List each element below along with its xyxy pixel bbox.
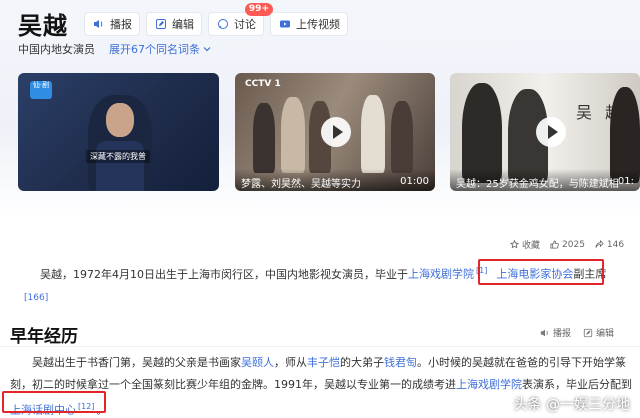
like-button[interactable]: 2025 xyxy=(550,238,585,251)
share-icon xyxy=(595,240,604,248)
intro-text-a: 吴越，1972年4月10日出生于上海市闵行区，中国内地影视女演员，毕业于 xyxy=(40,267,408,281)
broadcast-label: 播报 xyxy=(110,17,132,31)
entry-stats: 收藏 2025 146 xyxy=(510,238,634,251)
chat-icon xyxy=(216,17,230,31)
text-run: 表演系，毕业后分配到 xyxy=(522,378,632,391)
text-run: 吴越出生于书香门第，吴越的父亲是书画家 xyxy=(32,356,241,369)
upload-video-label: 上传视频 xyxy=(296,17,340,31)
edit-button[interactable]: 编辑 xyxy=(146,11,202,36)
video-duration: 01:00 xyxy=(400,176,429,187)
link-father[interactable]: 吴颐人 xyxy=(241,356,274,369)
section-broadcast-button[interactable]: 播报 xyxy=(540,326,571,339)
upload-video-icon xyxy=(278,17,292,31)
video-caption: 吴越：25岁获金鸡女配，与陈建斌相 xyxy=(450,169,640,191)
subtitle-row: 中国内地女演员 展开67个同名词条 xyxy=(18,41,211,57)
discuss-label: 讨论 xyxy=(234,17,256,31)
like-count: 2025 xyxy=(562,239,585,250)
star-icon xyxy=(510,240,519,249)
watermark: 头条 @一娱三分地 xyxy=(513,397,630,413)
expand-label: 展开67个同名词条 xyxy=(109,43,200,56)
speaker-icon xyxy=(540,329,548,336)
section-title: 早年经历 xyxy=(10,327,78,347)
upload-video-button[interactable]: 上传视频 xyxy=(270,11,348,36)
text-run: 刻，初二的时候拿过一个全国篆刻比赛少年组的金牌。1991年，吴越以专业第一的成绩… xyxy=(10,378,456,391)
edit-label: 编辑 xyxy=(172,17,194,31)
actor-figure xyxy=(361,95,385,173)
edit-icon xyxy=(583,328,593,337)
text-run: 的大弟子 xyxy=(340,356,384,369)
actor-figure xyxy=(281,97,305,173)
highlight-box-association xyxy=(478,259,604,285)
title-row: 吴越 播报 编辑 讨论 99+ 上传视频 xyxy=(18,2,354,41)
text-run: 。小时候的吴越就在爸爸的引导下开始学篆 xyxy=(417,356,626,369)
share-count: 146 xyxy=(606,239,625,250)
uniform-collar xyxy=(96,141,144,191)
video-duration: 01: xyxy=(617,176,634,187)
discuss-count-badge: 99+ xyxy=(244,2,273,16)
page-title: 吴越 xyxy=(18,12,68,40)
entry-subtitle: 中国内地女演员 xyxy=(18,43,95,56)
video-subtitle-text: 深藏不露的我普 xyxy=(86,150,150,163)
video-card-3[interactable]: 吴 越 吴越：25岁获金鸡女配，与陈建斌相 01: xyxy=(450,73,640,191)
section-actions: 播报 编辑 xyxy=(540,326,626,339)
actor-figure xyxy=(253,103,275,173)
expand-homonyms-link[interactable]: 展开67个同名词条 xyxy=(109,41,211,57)
ref-166[interactable]: [166] xyxy=(24,293,48,303)
play-icon[interactable] xyxy=(536,117,566,147)
video-card-1[interactable]: 仙·剧 深藏不露的我普 xyxy=(18,73,219,191)
broadcast-button[interactable]: 播报 xyxy=(84,11,140,36)
link-school[interactable]: 上海戏剧学院 xyxy=(408,268,474,281)
thumb-up-icon xyxy=(550,240,559,249)
portrait-figure xyxy=(462,83,502,183)
section-divider xyxy=(0,346,640,347)
play-icon[interactable] xyxy=(321,117,351,147)
section-broadcast-label: 播报 xyxy=(553,329,572,339)
discuss-button[interactable]: 讨论 99+ xyxy=(208,2,273,36)
link-qian[interactable]: 钱君匋 xyxy=(384,356,417,369)
favorite-button[interactable]: 收藏 xyxy=(510,238,540,251)
highlight-box-theatre xyxy=(2,391,106,413)
link-school-2[interactable]: 上海戏剧学院 xyxy=(456,378,522,391)
text-run: ，师从 xyxy=(274,356,307,369)
section-edit-label: 编辑 xyxy=(596,329,615,339)
favorite-label: 收藏 xyxy=(522,241,541,251)
edit-icon xyxy=(154,17,168,31)
actor-figure xyxy=(391,101,413,173)
share-button[interactable]: 146 xyxy=(595,238,624,251)
chevron-down-icon xyxy=(203,47,211,52)
video-card-2[interactable]: CCTV 1 梦露、刘昊然、吴越等实力 01:00 xyxy=(235,73,435,191)
speaker-icon xyxy=(92,17,106,31)
channel-logo: CCTV 1 xyxy=(245,79,281,89)
section-edit-button[interactable]: 编辑 xyxy=(583,326,614,339)
link-master[interactable]: 丰子恺 xyxy=(307,356,340,369)
channel-logo: 仙·剧 xyxy=(30,81,52,99)
paragraph-line-1: 吴越出生于书香门第，吴越的父亲是书画家吴颐人，师从丰子恺的大弟子钱君匋。小时候的… xyxy=(0,352,636,374)
